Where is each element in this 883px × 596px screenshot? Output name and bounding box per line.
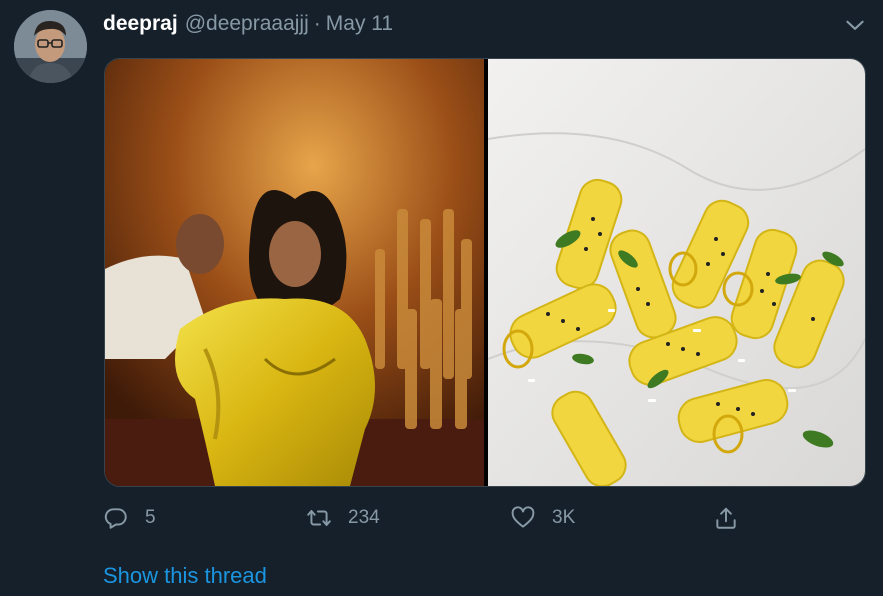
like-icon (511, 506, 535, 528)
like-count: 3K (552, 507, 576, 528)
author-handle[interactable]: @deepraaajjj (185, 12, 309, 36)
like-button[interactable]: 3K (510, 503, 575, 533)
share-icon (716, 507, 736, 529)
reply-icon (104, 508, 127, 529)
separator: · (313, 12, 321, 35)
show-thread-link[interactable]: Show this thread (103, 563, 267, 589)
photo-yellow-rolled-snack[interactable] (488, 59, 865, 486)
avatar[interactable] (14, 10, 87, 83)
retweet-count: 234 (348, 507, 380, 528)
chevron-down-icon[interactable] (842, 12, 868, 38)
tweet-date[interactable]: May 11 (326, 12, 393, 36)
photo-woman-in-yellow-dress[interactable] (105, 59, 484, 486)
tweet-header: deepraj @deepraaajjj · May 11 (103, 12, 393, 40)
tweet-actions: 5 234 3K (103, 503, 763, 533)
share-button[interactable] (713, 503, 739, 533)
retweet-icon (307, 509, 331, 527)
tweet[interactable]: deepraj @deepraaajjj · May 11 5 234 3K S… (0, 0, 883, 596)
avatar-image (14, 10, 87, 83)
retweet-button[interactable]: 234 (306, 503, 380, 533)
reply-count: 5 (145, 507, 156, 528)
media-grid (104, 58, 866, 487)
reply-button[interactable]: 5 (103, 503, 156, 533)
author-name[interactable]: deepraj (103, 12, 178, 36)
